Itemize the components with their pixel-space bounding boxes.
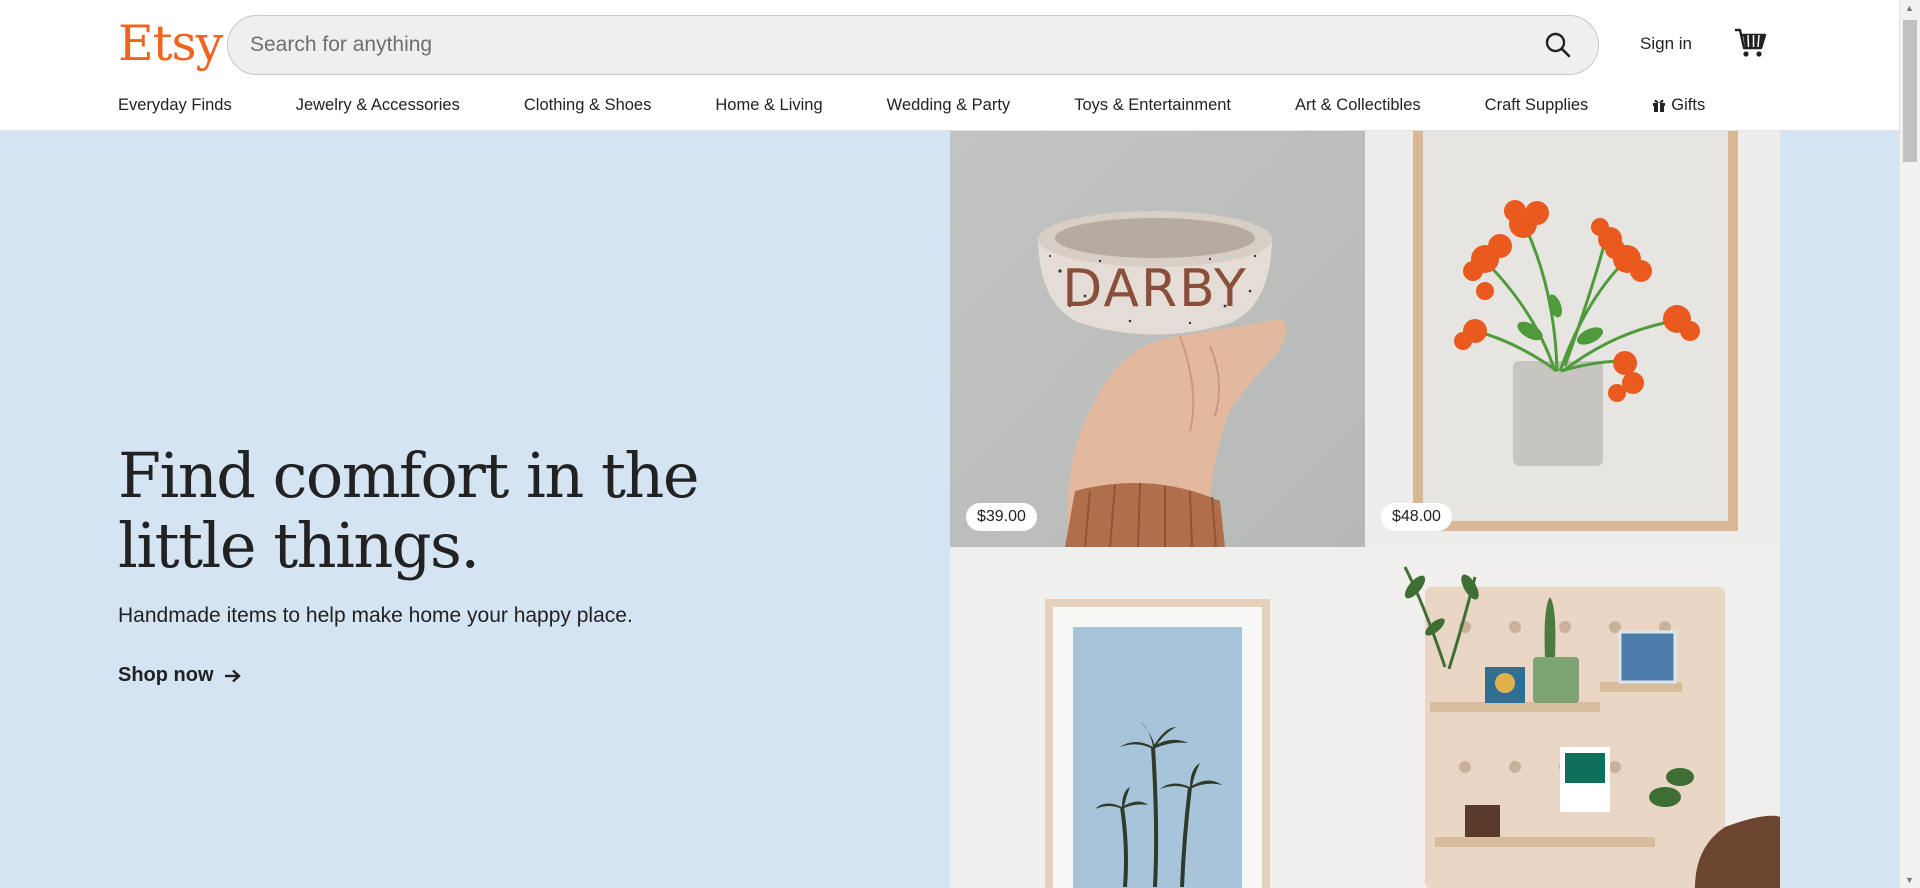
- search-bar[interactable]: Search for anything: [227, 15, 1599, 75]
- nav-wedding-party[interactable]: Wedding & Party: [887, 96, 1011, 115]
- flower-print-image: [1365, 131, 1780, 547]
- product-tile-pegboard[interactable]: [1365, 547, 1780, 888]
- product-tile-palm-print[interactable]: [950, 547, 1365, 888]
- hero-subtitle: Handmade items to help make home your ha…: [118, 604, 633, 627]
- page-scrollbar[interactable]: ▲ ▼: [1899, 0, 1920, 888]
- product-tile-flower-print[interactable]: $48.00: [1365, 131, 1780, 547]
- shop-now-label: Shop now: [118, 664, 214, 686]
- nav-gifts-label: Gifts: [1671, 96, 1706, 114]
- bowl-image: DARBY: [950, 131, 1365, 547]
- etsy-logo[interactable]: Etsy: [118, 14, 223, 74]
- hero-banner: Find comfort in the little things. Handm…: [0, 131, 1899, 888]
- bowl-engraving: DARBY: [1062, 259, 1247, 319]
- price-tag: $48.00: [1381, 503, 1452, 531]
- hero-title: Find comfort in the little things.: [118, 439, 700, 582]
- arrow-right-icon: [224, 669, 241, 682]
- nav-art-collectibles[interactable]: Art & Collectibles: [1295, 96, 1421, 115]
- scroll-thumb[interactable]: [1903, 20, 1917, 162]
- category-nav: Everyday Finds Jewelry & Accessories Clo…: [118, 96, 1705, 115]
- cart-icon: [1735, 28, 1767, 57]
- nav-toys-entertainment[interactable]: Toys & Entertainment: [1074, 96, 1231, 115]
- price-tag: $39.00: [966, 503, 1037, 531]
- nav-clothing-shoes[interactable]: Clothing & Shoes: [524, 96, 652, 115]
- palm-print-image: [950, 547, 1365, 888]
- nav-home-living[interactable]: Home & Living: [715, 96, 822, 115]
- search-icon: [1545, 32, 1571, 58]
- shop-now-link[interactable]: Shop now: [118, 664, 242, 687]
- scroll-down-icon[interactable]: ▼: [1905, 875, 1914, 885]
- nav-gifts[interactable]: Gifts: [1652, 96, 1705, 115]
- gift-icon: [1653, 99, 1666, 112]
- sign-in-link[interactable]: Sign in: [1640, 34, 1692, 54]
- nav-craft-supplies[interactable]: Craft Supplies: [1485, 96, 1589, 115]
- nav-everyday-finds[interactable]: Everyday Finds: [118, 96, 232, 115]
- pegboard-image: [1365, 547, 1780, 888]
- search-input[interactable]: Search for anything: [250, 33, 1532, 57]
- scroll-up-icon[interactable]: ▲: [1905, 3, 1914, 13]
- nav-jewelry-accessories[interactable]: Jewelry & Accessories: [296, 96, 460, 115]
- cart-button[interactable]: [1733, 25, 1769, 61]
- product-tile-bowl[interactable]: DARBY $39.00: [950, 131, 1365, 547]
- site-header: Etsy Search for anything Sign in Everyda…: [0, 0, 1899, 131]
- search-button[interactable]: [1532, 19, 1584, 71]
- product-tiles: DARBY $39.00 $48.00: [950, 131, 1781, 888]
